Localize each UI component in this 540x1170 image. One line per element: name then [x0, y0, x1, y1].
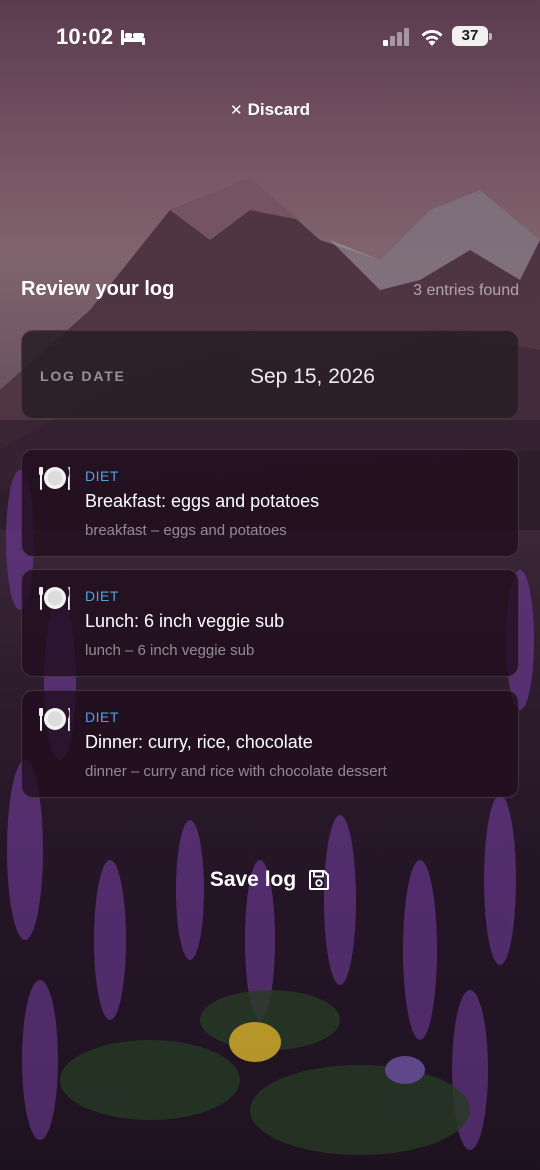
plate-icon: [39, 467, 70, 490]
save-log-label: Save log: [209, 868, 297, 891]
review-title: Review your log: [21, 278, 175, 300]
plate-icon: [39, 708, 70, 731]
entry-detail: dinner – curry and rice with chocolate d…: [85, 763, 387, 780]
entry-title: Breakfast: eggs and potatoes: [85, 491, 320, 511]
entry-category: DIET: [85, 468, 119, 484]
log-entry-card[interactable]: DIET Breakfast: eggs and potatoes breakf…: [21, 449, 519, 557]
log-entry-card[interactable]: DIET Dinner: curry, rice, chocolate dinn…: [21, 690, 519, 798]
wifi-icon: [421, 30, 443, 46]
entry-detail: lunch – 6 inch veggie sub: [85, 642, 255, 659]
entry-title: Dinner: curry, rice, chocolate: [85, 732, 313, 752]
entry-title: Lunch: 6 inch veggie sub: [85, 611, 285, 631]
discard-label: Discard: [247, 100, 310, 119]
save-log-button[interactable]: Save log: [0, 864, 540, 896]
close-icon: ✕: [230, 102, 243, 119]
log-entry-card[interactable]: DIET Lunch: 6 inch veggie sub lunch – 6 …: [21, 569, 519, 677]
entry-category: DIET: [85, 588, 119, 604]
battery-icon: 37: [452, 26, 492, 46]
log-date-value[interactable]: Sep 15, 2026: [250, 365, 375, 389]
floppy-disk-icon: [309, 870, 330, 890]
plate-icon: [39, 587, 70, 610]
entry-category: DIET: [85, 709, 119, 725]
battery-tip: [489, 33, 492, 40]
entry-detail: breakfast – eggs and potatoes: [85, 522, 287, 539]
battery-level: 37: [461, 27, 479, 44]
entries-count: 3 entries found: [413, 282, 519, 299]
cellular-signal-icon: [383, 28, 409, 46]
status-time: 10:02: [56, 24, 114, 49]
log-date-card[interactable]: LOG DATE Sep 15, 2026: [21, 330, 519, 419]
discard-button[interactable]: ✕ Discard: [0, 100, 540, 120]
bed-icon: [121, 30, 145, 45]
status-bar: 10:02 37: [0, 0, 540, 74]
log-date-label: LOG DATE: [40, 368, 126, 384]
